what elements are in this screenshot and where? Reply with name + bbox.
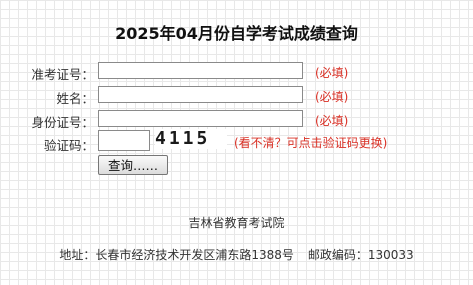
footer-contact: 地址：长春市经济技术开发区浦东路1388号 邮政编码：130033 (0, 246, 473, 263)
id-number-label: 身份证号： (31, 115, 94, 130)
query-button[interactable]: 查询…… (98, 155, 168, 175)
organization-name: 吉林省教育考试院 (188, 216, 285, 230)
captcha-refresh-link[interactable]: (看不清？可点击验证码更换) (234, 134, 387, 151)
name-required-hint: (必填) (315, 90, 349, 104)
name-label: 姓名： (56, 91, 94, 106)
captcha-image[interactable]: 4115 (155, 129, 227, 149)
captcha-input[interactable] (98, 130, 150, 151)
exam-number-label: 准考证号： (31, 67, 94, 82)
page-title: 2025年04月份自学考试成绩查询 (115, 24, 358, 43)
id-number-input[interactable] (98, 110, 303, 127)
footer-address: 地址：长春市经济技术开发区浦东路1388号 (59, 248, 294, 262)
exam-number-input[interactable] (98, 62, 303, 79)
name-input[interactable] (98, 86, 303, 103)
footer-postcode: 邮政编码：130033 (307, 248, 414, 262)
exam-number-required-hint: (必填) (315, 66, 349, 80)
id-number-required-hint: (必填) (315, 114, 349, 128)
captcha-label: 验证码： (43, 138, 94, 153)
